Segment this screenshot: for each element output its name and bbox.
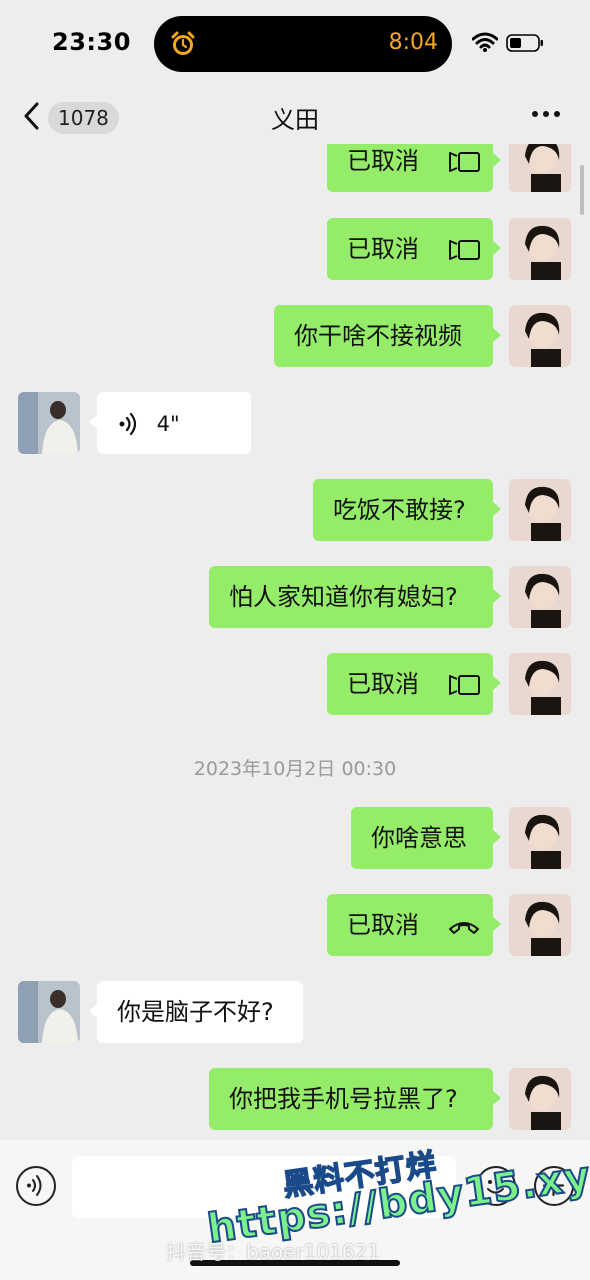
message-timestamp: 2023年10月2日 00:30: [193, 758, 397, 780]
my-avatar[interactable]: [509, 479, 571, 541]
voice-wave-icon: [27, 1175, 42, 1196]
contact-avatar[interactable]: [18, 981, 80, 1043]
message-bubble[interactable]: 已取消: [327, 894, 501, 956]
chat-header: 1078 义田: [0, 88, 590, 144]
message-bubble[interactable]: 已取消: [327, 218, 501, 280]
status-bar: 23:30 8:04: [0, 0, 590, 88]
status-time: 23:30: [52, 28, 131, 56]
message-text: 已取消: [347, 670, 419, 698]
message-list[interactable]: 已取消 已取消 你干啥不接视频 4" 吃饭不敢接? 怕人家知道你有媳妇? 已取消…: [0, 144, 590, 1144]
message-text: 你是脑子不好?: [117, 998, 274, 1026]
message-bubble[interactable]: 已取消: [327, 144, 501, 192]
message-text: 怕人家知道你有媳妇?: [229, 583, 458, 611]
voice-wave-icon: [119, 412, 137, 436]
message-bubble[interactable]: 怕人家知道你有媳妇?: [209, 566, 501, 628]
my-avatar[interactable]: [509, 1068, 571, 1130]
message-text: 你干啥不接视频: [294, 322, 462, 350]
video-call-icon: [448, 240, 480, 260]
battery-icon: [506, 34, 543, 52]
my-avatar[interactable]: [509, 653, 571, 715]
my-avatar[interactable]: [509, 218, 571, 280]
my-avatar[interactable]: [509, 144, 571, 192]
message-text: 已取消: [347, 235, 419, 263]
message-bubble[interactable]: 你啥意思: [351, 807, 501, 869]
chat-title: 义田: [271, 106, 319, 134]
my-avatar[interactable]: [509, 807, 571, 869]
message-text: 吃饭不敢接?: [333, 496, 466, 524]
dynamic-island: 8:04: [154, 16, 452, 72]
voice-duration: 4": [156, 412, 180, 436]
message-text: 你啥意思: [371, 824, 467, 852]
message-bubble[interactable]: 你干啥不接视频: [274, 305, 501, 367]
my-avatar[interactable]: [509, 894, 571, 956]
message-text: 你把我手机号拉黑了?: [229, 1085, 458, 1113]
voice-input-button[interactable]: [16, 1166, 56, 1206]
alarm-icon: [171, 31, 195, 55]
my-avatar[interactable]: [509, 305, 571, 367]
watermark-account: 抖音号：baoer101621: [166, 1240, 381, 1264]
wifi-icon: [472, 32, 498, 52]
my-avatar[interactable]: [509, 566, 571, 628]
contact-avatar[interactable]: [18, 392, 80, 454]
message-bubble[interactable]: 你把我手机号拉黑了?: [209, 1068, 501, 1130]
message-bubble[interactable]: 吃饭不敢接?: [313, 479, 501, 541]
phone-hangup-icon: [448, 922, 479, 934]
voice-message-bubble[interactable]: 4": [89, 392, 251, 454]
message-bubble[interactable]: 已取消: [327, 653, 501, 715]
more-icon[interactable]: [530, 102, 562, 126]
message-bubble[interactable]: 你是脑子不好?: [89, 981, 303, 1043]
message-text: 已取消: [347, 147, 419, 175]
video-call-icon: [448, 675, 480, 695]
message-text: 已取消: [347, 911, 419, 939]
video-call-icon: [448, 152, 480, 172]
island-timer: 8:04: [388, 30, 438, 55]
